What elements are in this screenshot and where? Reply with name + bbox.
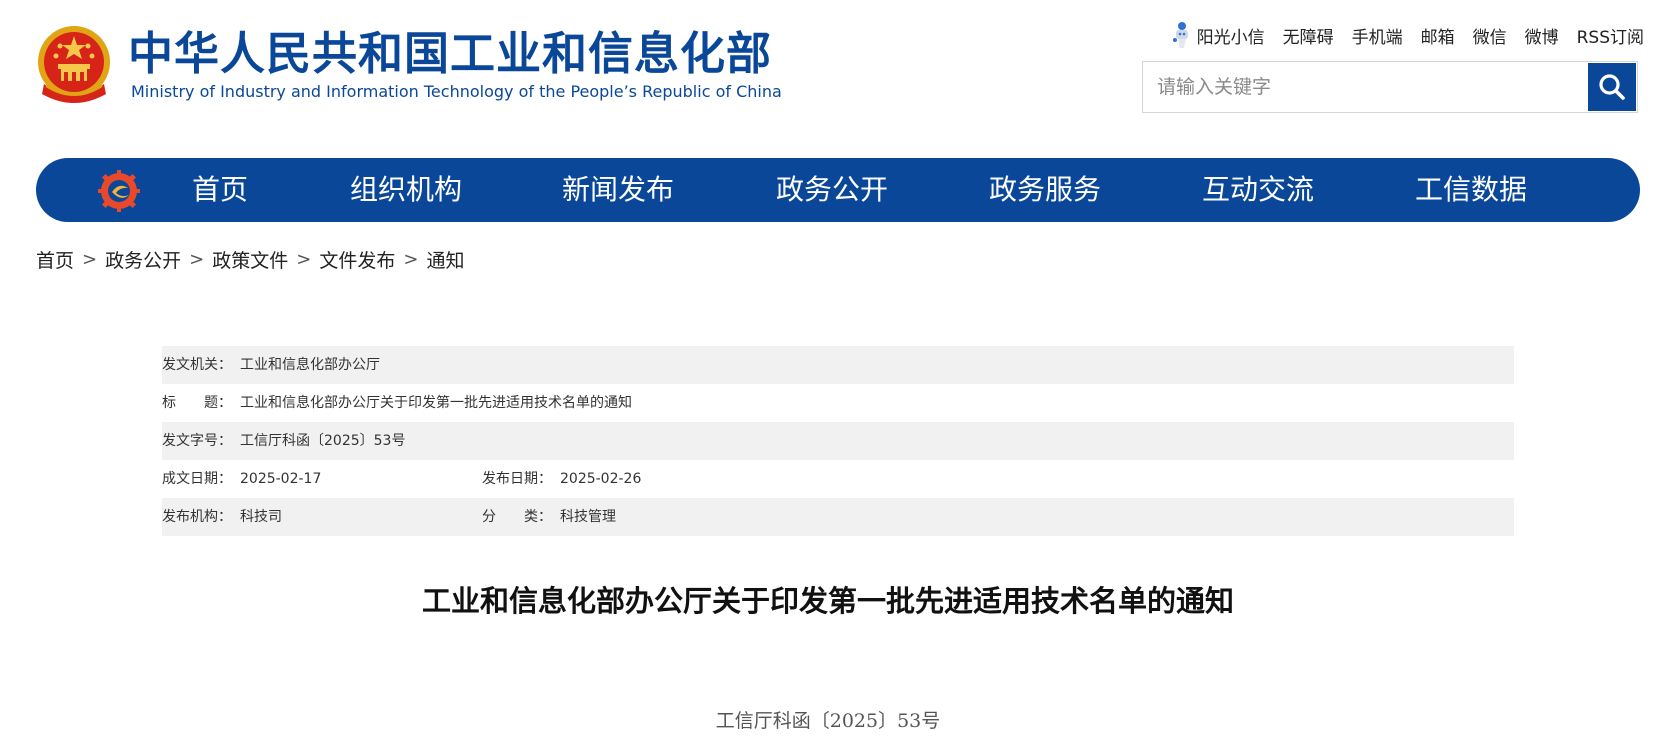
top-link-accessibility[interactable]: 无障碍 — [1283, 23, 1334, 48]
article-doc-number: 工信厅科函〔2025〕53号 — [715, 710, 941, 732]
search-icon — [1599, 74, 1625, 100]
info-row-publisher: 发布机构： 科技司 分类： 科技管理 — [162, 498, 1514, 536]
top-link-label: 阳光小信 — [1196, 27, 1265, 48]
category-label: 分类： — [482, 509, 552, 525]
nav-item-interaction[interactable]: 互动交流 — [1202, 158, 1314, 222]
nav-item-news[interactable]: 新闻发布 — [562, 158, 674, 222]
search-box — [1142, 61, 1638, 113]
publish-date-label: 发布日期： — [482, 471, 552, 487]
breadcrumb-home[interactable]: 首页 — [36, 246, 74, 273]
written-date-value: 2025-02-17 — [240, 471, 322, 487]
info-row-doc-number: 发文字号： 工信厅科函〔2025〕53号 — [162, 422, 1514, 460]
national-emblem-icon — [38, 26, 110, 103]
search-button[interactable] — [1588, 63, 1636, 111]
issuer-label: 发文机关： — [162, 357, 232, 373]
breadcrumb-separator: > — [296, 249, 312, 270]
nav-item-organization[interactable]: 组织机构 — [350, 158, 462, 222]
breadcrumb-policy-files[interactable]: 政策文件 — [212, 246, 288, 273]
document-info-table: 发文机关： 工业和信息化部办公厅 标题： 工业和信息化部办公厅关于印发第一批先进… — [162, 346, 1514, 536]
breadcrumb: 首页 > 政务公开 > 政策文件 > 文件发布 > 通知 — [36, 246, 464, 273]
title-value: 工业和信息化部办公厅关于印发第一批先进适用技术名单的通知 — [240, 395, 632, 411]
miit-gear-logo-icon[interactable] — [98, 170, 140, 212]
nav-item-government-affairs[interactable]: 政务公开 — [776, 158, 888, 222]
main-nav: 首页 组织机构 新闻发布 政务公开 政务服务 互动交流 工信数据 — [36, 158, 1640, 222]
top-links: 阳光小信 无障碍 手机端 邮箱 微信 微博 RSS订阅 — [1171, 20, 1644, 50]
nav-item-data[interactable]: 工信数据 — [1415, 158, 1527, 222]
robot-assistant-icon — [1172, 22, 1188, 48]
breadcrumb-file-release[interactable]: 文件发布 — [319, 246, 395, 273]
written-date-label: 成文日期： — [162, 471, 232, 487]
publish-date-value: 2025-02-26 — [560, 471, 642, 487]
issuer-value: 工业和信息化部办公厅 — [240, 357, 380, 373]
nav-item-government-services[interactable]: 政务服务 — [989, 158, 1101, 222]
top-link-mobile[interactable]: 手机端 — [1352, 23, 1403, 48]
title-label: 标题： — [162, 395, 232, 411]
search-input[interactable] — [1143, 62, 1589, 112]
breadcrumb-government-affairs[interactable]: 政务公开 — [105, 246, 181, 273]
breadcrumb-separator: > — [82, 249, 98, 270]
top-link-rss[interactable]: RSS订阅 — [1577, 23, 1644, 48]
publisher-value: 科技司 — [240, 509, 282, 525]
doc-number-label: 发文字号： — [162, 433, 232, 449]
info-row-title: 标题： 工业和信息化部办公厅关于印发第一批先进适用技术名单的通知 — [162, 384, 1514, 422]
info-row-dates: 成文日期： 2025-02-17 发布日期： 2025-02-26 — [162, 460, 1514, 498]
site-name-cn: 中华人民共和国工业和信息化部 — [128, 27, 773, 80]
category-value: 科技管理 — [560, 509, 616, 525]
doc-number-value: 工信厅科函〔2025〕53号 — [240, 433, 406, 449]
top-link-wechat[interactable]: 微信 — [1473, 23, 1507, 48]
top-link-sunlight[interactable]: 阳光小信 — [1171, 20, 1265, 50]
top-link-weibo[interactable]: 微博 — [1525, 23, 1559, 48]
publisher-label: 发布机构： — [162, 509, 232, 525]
nav-item-home[interactable]: 首页 — [192, 158, 248, 222]
article-title: 工业和信息化部办公厅关于印发第一批先进适用技术名单的通知 — [421, 584, 1234, 618]
info-row-issuer: 发文机关： 工业和信息化部办公厅 — [162, 346, 1514, 384]
breadcrumb-separator: > — [189, 249, 205, 270]
breadcrumb-notice[interactable]: 通知 — [426, 246, 464, 273]
breadcrumb-separator: > — [403, 249, 419, 270]
site-name-en: Ministry of Industry and Information Tec… — [131, 82, 782, 101]
top-link-mailbox[interactable]: 邮箱 — [1421, 23, 1455, 48]
